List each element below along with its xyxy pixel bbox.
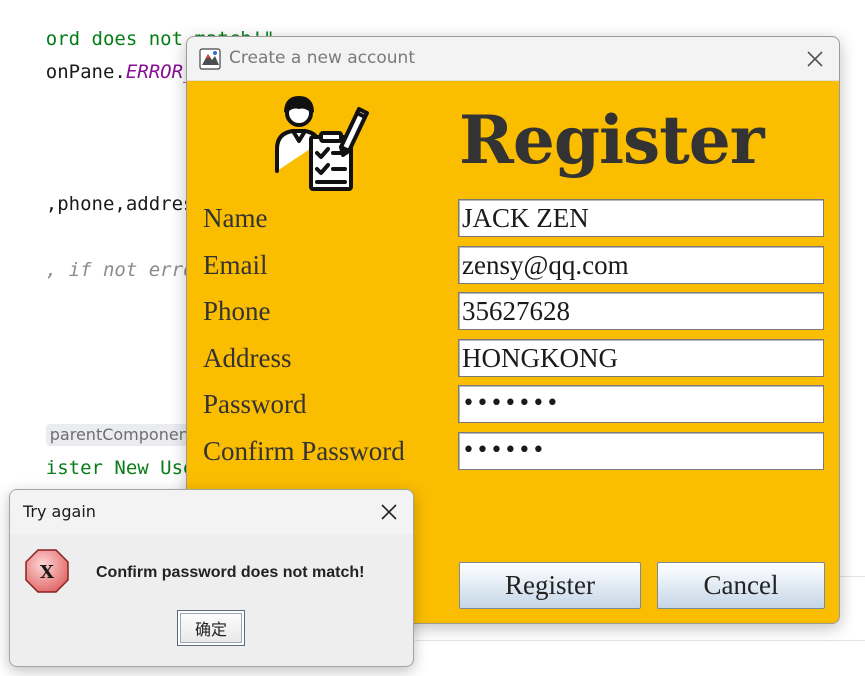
editor-divider xyxy=(415,640,865,641)
phone-label: Phone xyxy=(203,296,271,326)
name-label: Name xyxy=(203,203,268,233)
confirm-password-field[interactable]: •••••• xyxy=(458,432,824,470)
error-dialog: Try again X Confirm password does not ma… xyxy=(9,489,414,667)
svg-text:X: X xyxy=(40,562,54,583)
email-label: Email xyxy=(203,250,268,280)
name-field[interactable]: JACK ZEN xyxy=(458,199,824,237)
cancel-button[interactable]: Cancel xyxy=(657,562,825,609)
code-comment: , if not error xyxy=(45,259,206,281)
ok-button[interactable]: 确定 xyxy=(177,610,245,646)
password-field[interactable]: ••••••• xyxy=(458,385,824,423)
code-line: , if not error xyxy=(0,237,206,303)
register-window-title: Create a new account xyxy=(229,48,415,68)
user-checklist-icon xyxy=(275,96,369,191)
address-label: Address xyxy=(203,343,292,373)
confirm-password-label: Confirm Password xyxy=(203,436,405,466)
error-dialog-title: Try again xyxy=(23,502,96,521)
phone-field[interactable]: 35627628 xyxy=(458,292,824,330)
email-field[interactable]: zensy@qq.com xyxy=(458,246,824,284)
error-message: Confirm password does not match! xyxy=(96,564,365,581)
password-label: Password xyxy=(203,389,307,419)
error-icon: X xyxy=(25,549,69,593)
address-field[interactable]: HONGKONG xyxy=(458,339,824,377)
register-button[interactable]: Register xyxy=(459,562,641,609)
register-window-titlebar[interactable]: Create a new account xyxy=(187,37,839,81)
close-icon[interactable] xyxy=(379,502,399,522)
java-app-icon xyxy=(199,48,221,70)
code-text: onPane. xyxy=(45,61,126,83)
close-icon[interactable] xyxy=(805,49,825,69)
error-dialog-titlebar[interactable]: Try again xyxy=(10,490,413,534)
register-heading: Register xyxy=(459,101,764,179)
